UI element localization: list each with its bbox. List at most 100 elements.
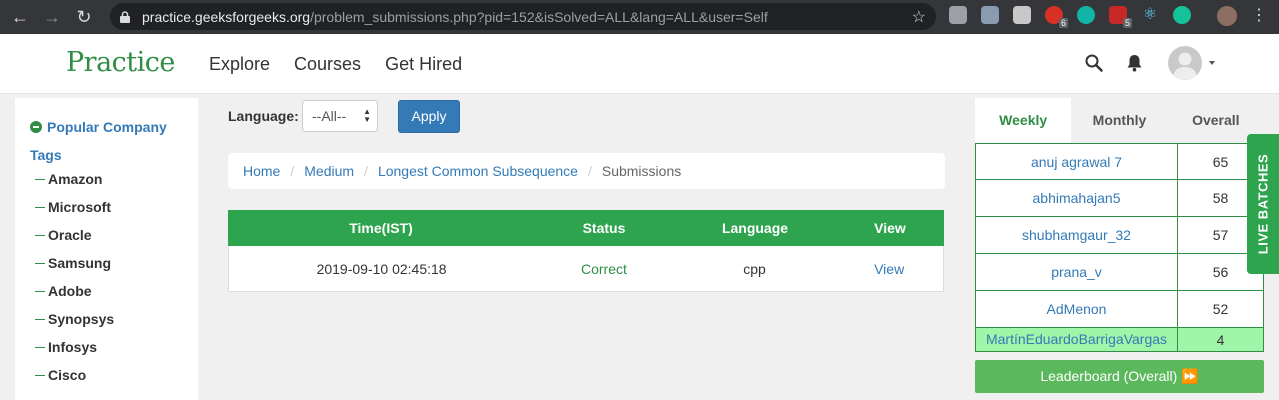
nav-get-hired[interactable]: Get Hired [385,54,462,75]
extension-grammarly-icon[interactable] [1173,6,1191,24]
sidebar-item-label: Infosys [48,339,98,355]
chevron-down-icon[interactable] [1209,61,1215,65]
tab-monthly[interactable]: Monthly [1071,98,1167,143]
sidebar-item-synopsys[interactable]: Synopsys [35,305,114,333]
forward-arrow-icon[interactable]: → [40,5,64,29]
breadcrumb-separator: / [290,163,295,179]
column-header-status: Status [582,220,626,236]
sidebar-title[interactable]: Popular Company Tags [30,113,195,169]
sidebar-item-label: Cisco [48,367,87,383]
extension-cube-icon[interactable] [1013,6,1031,24]
submission-status: Correct [580,260,627,277]
live-batches-label: LIVE BATCHES [1255,153,1271,255]
search-icon[interactable] [1085,54,1103,77]
leaderboard-user-link[interactable]: anuj agrawal 7 [976,144,1178,179]
extension-download-icon[interactable] [981,6,999,24]
sidebar-item-label: Samsung [48,255,112,271]
back-arrow-icon[interactable]: ← [8,5,32,29]
breadcrumb-problem[interactable]: Longest Common Subsequence [378,163,578,179]
leaderboard-row: AdMenon 52 [976,291,1263,328]
extension-bulb-icon[interactable] [949,6,967,24]
extension-badge: 5 [1122,18,1132,28]
lock-icon [118,10,132,24]
leaderboard-overall-button[interactable]: Leaderboard (Overall) ⏩ [975,360,1264,393]
breadcrumb-home[interactable]: Home [243,163,280,179]
table-header: Time(IST) Status Language View [228,210,944,246]
sidebar-item-microsoft[interactable]: Microsoft [35,193,114,221]
leaderboard-list: anuj agrawal 7 65 abhimahajan5 58 shubha… [975,143,1264,352]
extension-abp-icon[interactable]: 5 [1109,6,1132,28]
url-text: practice.geeksforgeeks.org/problem_submi… [142,9,768,25]
site-header: Practice Explore Courses Get Hired [0,34,1279,94]
dash-icon [35,206,45,208]
dash-icon [35,262,45,264]
url-path: /problem_submissions.php?pid=152&isSolve… [310,8,768,25]
submissions-table: Time(IST) Status Language View 2019-09-1… [228,210,944,292]
leaderboard-user-link[interactable]: prana_v [976,254,1178,290]
leaderboard-user-link[interactable]: shubhamgaur_32 [976,217,1178,253]
dash-icon [35,178,45,180]
leaderboard-row: anuj agrawal 7 65 [976,143,1263,180]
nav-courses[interactable]: Courses [294,54,361,75]
submission-time: 2019-09-10 02:45:18 [316,260,447,277]
submission-view-link[interactable]: View [835,261,943,277]
language-select-value: --All-- [312,108,347,124]
leaderboard-row: prana_v 56 [976,254,1263,291]
leaderboard-user-link[interactable]: abhimahajan5 [976,180,1178,216]
live-batches-tab[interactable]: LIVE BATCHES [1247,134,1279,274]
dash-icon [35,234,45,236]
leaderboard-panel: Weekly Monthly Overall anuj agrawal 7 65… [975,98,1264,393]
language-label: Language: [228,108,299,124]
column-header-view: View [874,220,906,236]
leaderboard-user-link[interactable]: AdMenon [976,291,1178,327]
leaderboard-tabs: Weekly Monthly Overall [975,98,1264,143]
leaderboard-row-current-user: MartínEduardoBarrigaVargas 4 [976,328,1263,352]
sidebar-item-label: Microsoft [48,199,111,215]
bell-icon[interactable] [1126,54,1143,77]
leaderboard-score: 52 [1212,301,1229,317]
current-user-link[interactable]: MartínEduardoBarrigaVargas [976,328,1178,351]
extension-badge: 6 [1058,18,1068,28]
bookmark-star-icon[interactable]: ☆ [912,7,926,27]
address-bar[interactable]: practice.geeksforgeeks.org/problem_submi… [110,3,936,30]
sidebar-item-cisco[interactable]: Cisco [35,361,114,389]
column-header-time: Time(IST) [349,220,413,236]
collapse-icon[interactable] [30,121,42,133]
column-header-language: Language [721,220,789,236]
sidebar-item-amazon[interactable]: Amazon [35,165,114,193]
leaderboard-row: abhimahajan5 58 [976,180,1263,217]
profile-avatar-icon[interactable] [1217,6,1237,26]
table-row: 2019-09-10 02:45:18 Correct cpp View [228,246,944,292]
sidebar-item-infosys[interactable]: Infosys [35,333,114,361]
select-updown-icon: ▲ ▼ [363,107,371,124]
submission-language: cpp [743,260,766,277]
company-tags-sidebar: Popular Company Tags Amazon Microsoft Or… [15,98,198,400]
site-logo[interactable]: Practice [66,47,175,78]
apply-button[interactable]: Apply [398,100,460,133]
user-avatar[interactable] [1168,46,1202,80]
reload-icon[interactable]: ↻ [72,5,96,29]
sidebar-item-adobe[interactable]: Adobe [35,277,114,305]
nav-explore[interactable]: Explore [209,54,270,75]
more-vert-icon[interactable]: ⋮ [1251,7,1267,25]
top-nav: Explore Courses Get Hired [209,54,462,75]
tab-weekly[interactable]: Weekly [975,98,1072,143]
language-select[interactable]: --All-- ▲ ▼ [302,100,378,132]
extension-react-icon[interactable]: ⚛ [1141,6,1159,24]
breadcrumb-separator: / [587,163,592,179]
extension-m-icon[interactable] [1077,6,1095,24]
breadcrumb: Home / Medium / Longest Common Subsequen… [228,153,945,189]
dash-icon [35,346,45,348]
extension-red-icon[interactable]: 6 [1045,6,1068,28]
sidebar-item-oracle[interactable]: Oracle [35,221,114,249]
sidebar-item-label: Adobe [48,283,92,299]
sidebar-item-label: Synopsys [48,311,115,327]
leaderboard-row: shubhamgaur_32 57 [976,217,1263,254]
current-user-score: 4 [1216,331,1225,348]
dash-icon [35,374,45,376]
dash-icon [35,318,45,320]
sidebar-item-samsung[interactable]: Samsung [35,249,114,277]
breadcrumb-medium[interactable]: Medium [304,163,354,179]
browser-toolbar: ← → ↻ practice.geeksforgeeks.org/problem… [0,0,1279,34]
breadcrumb-separator: / [364,163,368,179]
